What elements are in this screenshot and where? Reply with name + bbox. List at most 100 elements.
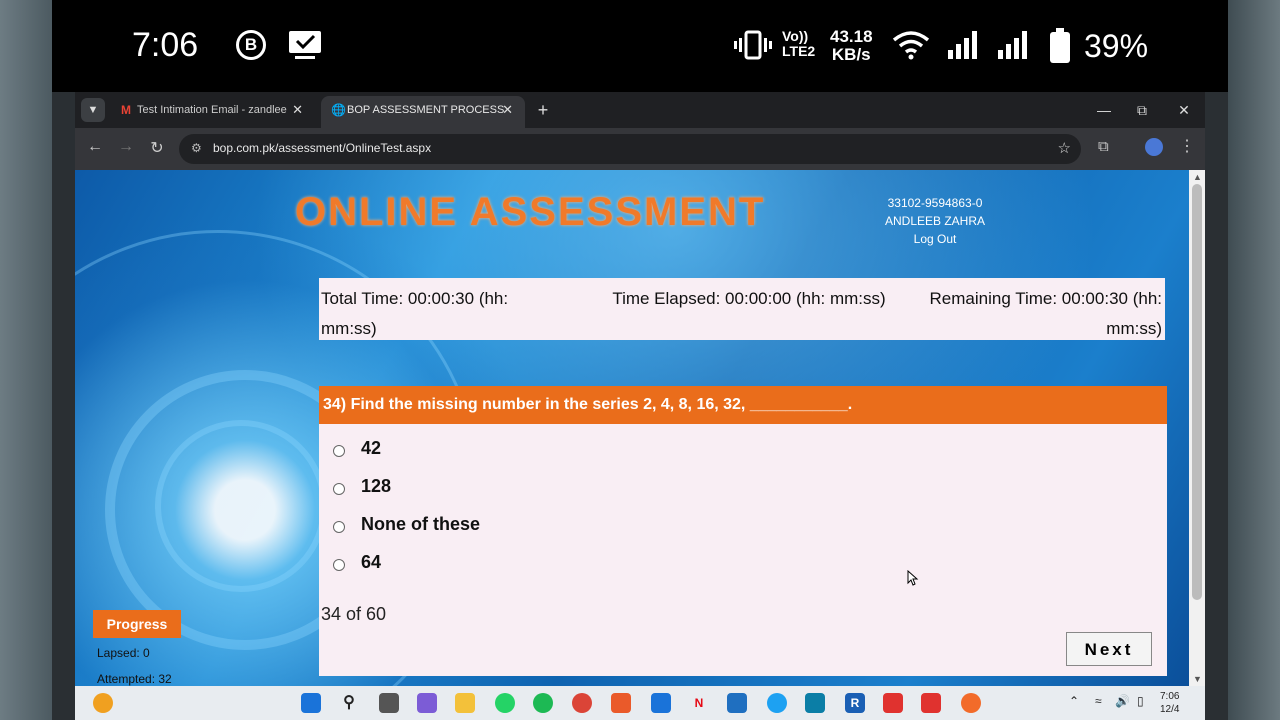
radio-button[interactable] bbox=[333, 559, 345, 571]
battery-tray-icon[interactable]: ▯ bbox=[1137, 694, 1144, 708]
timer-panel: Total Time: 00:00:30 (hh: mm:ss) Time El… bbox=[319, 278, 1165, 340]
anydesk-icon[interactable] bbox=[921, 693, 941, 713]
web-page: ONLINE ASSESSMENT 33102-9594863-0 ANDLEE… bbox=[75, 170, 1189, 686]
radio-button[interactable] bbox=[333, 521, 345, 533]
copilot-icon[interactable] bbox=[417, 693, 437, 713]
logout-link[interactable]: Log Out bbox=[873, 230, 997, 248]
restore-button[interactable]: ⧉ bbox=[1127, 98, 1157, 122]
candidate-id: 33102-9594863-0 bbox=[887, 196, 983, 210]
tab-search-button[interactable]: ▼ bbox=[81, 98, 105, 122]
app-icon[interactable] bbox=[805, 693, 825, 713]
user-info: 33102-9594863-0 ANDLEEB ZAHRA Log Out bbox=[873, 194, 997, 248]
battery-percent: 39% bbox=[1084, 28, 1149, 64]
volte-indicator: Vo)) LTE2 bbox=[782, 29, 815, 59]
whatsapp-icon[interactable] bbox=[495, 693, 515, 713]
tab-gmail[interactable]: M Test Intimation Email - zandleeb ✕ bbox=[109, 96, 315, 128]
gmail-icon: M bbox=[121, 103, 131, 117]
toolbar: ← → ↻ ⚙ bop.com.pk/assessment/OnlineTest… bbox=[75, 128, 1205, 170]
status-time: 7:06 bbox=[132, 26, 199, 64]
close-tab-icon[interactable]: ✕ bbox=[502, 96, 513, 124]
screen-frame-left bbox=[0, 0, 52, 720]
signal-strength-icon-2 bbox=[998, 31, 1027, 59]
spotify-icon[interactable] bbox=[533, 693, 553, 713]
business-chat-icon: B bbox=[236, 30, 266, 60]
lapsed-count: Lapsed: 0 bbox=[97, 646, 150, 660]
url-text: bop.com.pk/assessment/OnlineTest.aspx bbox=[213, 141, 432, 155]
volte-line2: LTE2 bbox=[782, 43, 816, 59]
total-time: Total Time: 00:00:30 (hh: mm:ss) bbox=[321, 289, 509, 338]
new-tab-button[interactable]: + bbox=[531, 98, 555, 122]
menu-icon[interactable]: ⋮ bbox=[1179, 136, 1195, 156]
reload-button[interactable]: ↻ bbox=[145, 138, 169, 158]
minimize-button[interactable]: — bbox=[1089, 98, 1119, 122]
option-label[interactable]: 42 bbox=[361, 438, 381, 459]
checkbox-notification-icon bbox=[289, 31, 321, 59]
progress-label: Progress bbox=[93, 610, 181, 638]
task-view-icon[interactable] bbox=[379, 693, 399, 713]
wifi-tray-icon[interactable]: ≈ bbox=[1095, 694, 1102, 708]
chevron-up-icon[interactable]: ⌃ bbox=[1069, 694, 1079, 708]
vibrate-icon bbox=[734, 30, 772, 60]
option-label[interactable]: None of these bbox=[361, 514, 480, 535]
option-label[interactable]: 128 bbox=[361, 476, 391, 497]
phone-link-icon[interactable] bbox=[767, 693, 787, 713]
wifi-icon bbox=[892, 31, 930, 60]
start-icon[interactable] bbox=[301, 693, 321, 713]
app-icon[interactable]: R bbox=[845, 693, 865, 713]
speed-unit: KB/s bbox=[831, 45, 871, 64]
radio-button[interactable] bbox=[333, 445, 345, 457]
clock-time: 7:06 bbox=[1160, 691, 1180, 702]
tab-bop-assessment[interactable]: 🌐 BOP ASSESSMENT PROCESS ✕ bbox=[321, 96, 525, 128]
battery-icon bbox=[1050, 28, 1070, 63]
forward-button[interactable]: → bbox=[114, 138, 138, 156]
globe-icon: 🌐 bbox=[331, 103, 346, 117]
profile-avatar[interactable] bbox=[1145, 138, 1163, 156]
file-explorer-icon[interactable] bbox=[455, 693, 475, 713]
close-window-button[interactable]: ✕ bbox=[1169, 98, 1199, 122]
candidate-name: ANDLEEB ZAHRA bbox=[884, 214, 986, 228]
app-icon[interactable] bbox=[961, 693, 981, 713]
network-speed: 43.18 KB/s bbox=[830, 28, 873, 64]
mouse-cursor-icon bbox=[907, 570, 919, 586]
extensions-icon[interactable]: ⧉ bbox=[1098, 138, 1109, 155]
search-icon[interactable]: ⚲ bbox=[339, 693, 359, 713]
question-counter: 34 of 60 bbox=[321, 604, 387, 624]
scroll-up-icon[interactable]: ▲ bbox=[1193, 172, 1202, 182]
site-info-icon[interactable]: ⚙ bbox=[191, 141, 202, 155]
speed-value: 43.18 bbox=[830, 27, 873, 46]
question-panel: 34) Find the missing number in the serie… bbox=[319, 386, 1167, 676]
screen-frame-right bbox=[1228, 0, 1280, 720]
radio-button[interactable] bbox=[333, 483, 345, 495]
taskbar-clock[interactable]: 7:06 12/4 bbox=[1160, 690, 1179, 716]
browser-window: ▼ M Test Intimation Email - zandleeb ✕ 🌐… bbox=[75, 92, 1205, 686]
tab-label: BOP ASSESSMENT PROCESS bbox=[347, 104, 505, 116]
bookmark-star-icon[interactable]: ☆ bbox=[1058, 139, 1071, 157]
clock-date: 12/4 bbox=[1160, 704, 1180, 715]
signal-strength-icon bbox=[948, 31, 977, 59]
remaining-time: Remaining Time: 00:00:30 (hh: mm:ss) bbox=[929, 289, 1162, 338]
netflix-icon[interactable]: N bbox=[689, 693, 709, 713]
volte-line1: Vo)) bbox=[782, 28, 809, 44]
address-bar[interactable]: ⚙ bop.com.pk/assessment/OnlineTest.aspx … bbox=[179, 134, 1081, 164]
option-label[interactable]: 64 bbox=[361, 552, 381, 573]
app-icon[interactable] bbox=[611, 693, 631, 713]
back-button[interactable]: ← bbox=[83, 138, 107, 156]
attempted-count: Attempted: 32 bbox=[97, 672, 172, 686]
next-button[interactable]: Next bbox=[1066, 632, 1152, 666]
time-elapsed: Time Elapsed: 00:00:00 (hh: mm:ss) bbox=[612, 289, 886, 308]
scroll-down-icon[interactable]: ▼ bbox=[1193, 674, 1202, 684]
widgets-icon[interactable] bbox=[93, 693, 113, 713]
page-title: ONLINE ASSESSMENT bbox=[295, 190, 766, 234]
tab-label: Test Intimation Email - zandleeb bbox=[137, 104, 287, 116]
prime-video-icon[interactable] bbox=[727, 693, 747, 713]
volume-icon[interactable]: 🔊 bbox=[1115, 694, 1130, 708]
anydesk-icon[interactable] bbox=[883, 693, 903, 713]
taskbar: ⚲ N R ⌃ ≈ 🔊 ▯ 7:06 12/4 bbox=[75, 686, 1205, 720]
chrome-icon[interactable] bbox=[572, 693, 592, 713]
outlook-icon[interactable] bbox=[651, 693, 671, 713]
close-tab-icon[interactable]: ✕ bbox=[292, 96, 303, 124]
page-scrollbar[interactable]: ▲ ▼ bbox=[1189, 170, 1205, 686]
question-text: 34) Find the missing number in the serie… bbox=[319, 386, 1167, 424]
tab-strip: ▼ M Test Intimation Email - zandleeb ✕ 🌐… bbox=[75, 92, 1205, 128]
scroll-thumb[interactable] bbox=[1192, 184, 1202, 600]
